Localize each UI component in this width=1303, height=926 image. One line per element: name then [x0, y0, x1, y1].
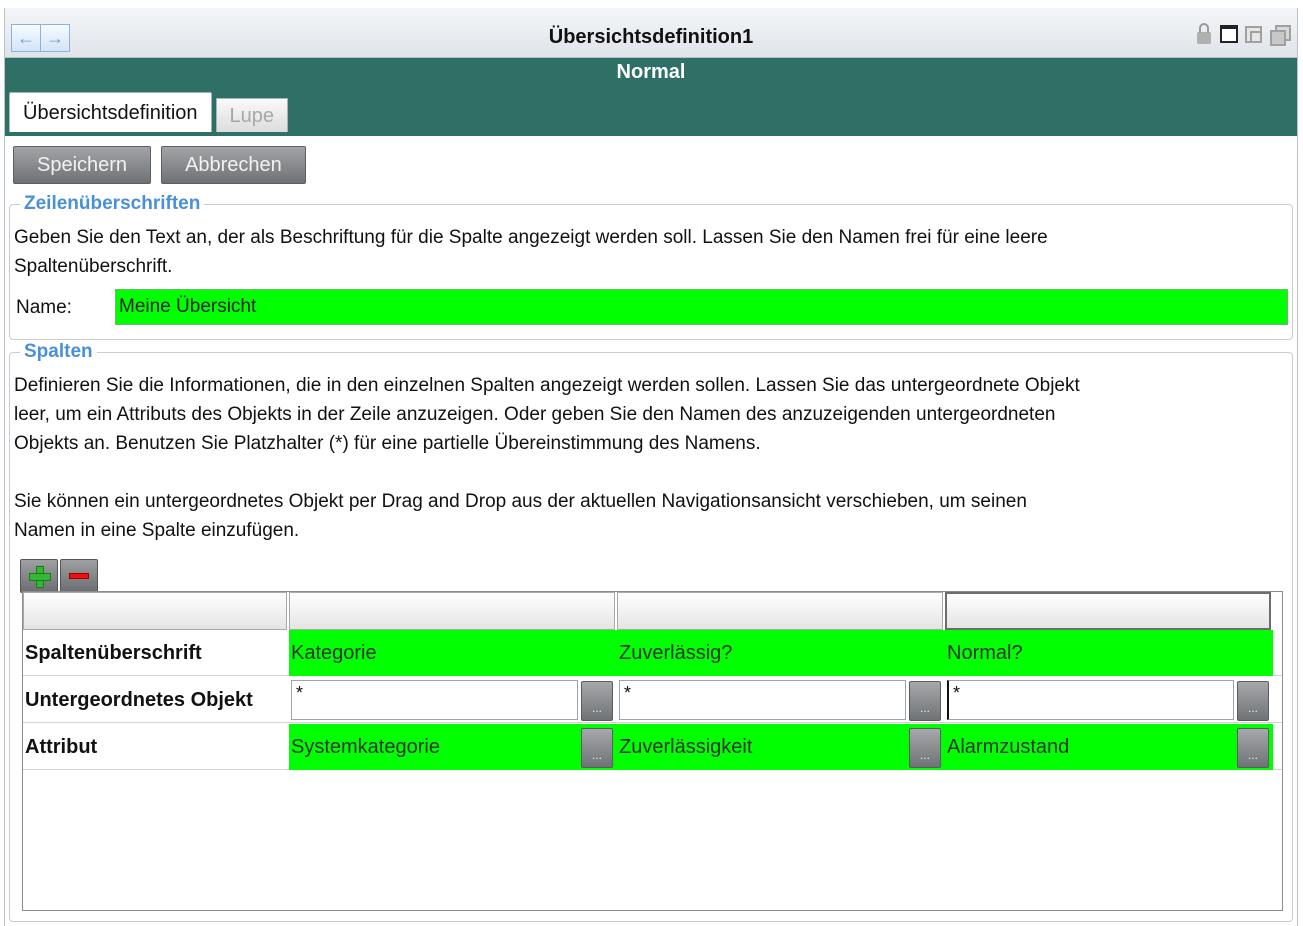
minus-icon [69, 573, 89, 579]
top-edge [0, 0, 1303, 8]
grid-row-child-object: Untergeordnetes Objekt * ... * ... * ... [23, 677, 1282, 723]
browse-button[interactable]: ... [909, 728, 941, 768]
name-row: Name: Meine Übersicht [16, 289, 1288, 325]
restore-icon[interactable] [1268, 22, 1291, 46]
grid-column-header[interactable] [289, 592, 615, 630]
row-headers-legend: Zeilenüberschriften [20, 193, 205, 215]
row-label-child: Untergeordnetes Objekt [25, 689, 253, 711]
column-header-cell[interactable]: Normal? [945, 630, 1273, 676]
column-header-cell[interactable]: Zuverlässig? [617, 630, 945, 676]
attribute-text: Systemkategorie [291, 736, 440, 758]
grid-column-header[interactable] [945, 592, 1271, 630]
row-headers-group: Zeilenüberschriften Geben Sie den Text a… [9, 193, 1293, 340]
status-label: Normal [616, 61, 686, 83]
child-object-input[interactable]: * [291, 680, 578, 720]
name-field[interactable]: Meine Übersicht [115, 289, 1288, 325]
row-label-header: Spaltenüberschrift [25, 642, 202, 664]
tab-bar: Übersichtsdefinition Lupe [9, 92, 289, 132]
grid-header-corner [23, 592, 287, 630]
attribute-cell[interactable]: Zuverlässigkeit ... [617, 724, 945, 770]
grid-row-header: Spaltenüberschrift Kategorie Zuverlässig… [23, 630, 1282, 676]
column-header-cell[interactable]: Kategorie [289, 630, 617, 676]
title-bar: ← → Übersichtsdefinition1 [5, 8, 1297, 58]
dialog-window: ← → Übersichtsdefinition1 Normal Übersic… [4, 8, 1298, 926]
attribute-text: Alarmzustand [947, 736, 1070, 758]
child-object-input[interactable]: * [947, 680, 1234, 720]
browse-button[interactable]: ... [581, 728, 613, 768]
row-headers-description: Geben Sie den Text an, der als Beschrift… [14, 227, 1048, 277]
grid-header-row [23, 592, 1282, 630]
browse-button[interactable]: ... [581, 681, 613, 721]
column-header-text: Kategorie [291, 642, 377, 664]
tab-lupe[interactable]: Lupe [215, 98, 289, 132]
columns-description: Definieren Sie die Informationen, die in… [14, 375, 1080, 541]
add-remove-controls [20, 559, 98, 593]
columns-group: Spalten Definieren Sie die Informationen… [9, 341, 1293, 922]
window-controls [1193, 22, 1291, 46]
browse-button[interactable]: ... [1237, 681, 1269, 721]
remove-column-button[interactable] [60, 559, 98, 593]
toolbar: Speichern Abbrechen [13, 146, 306, 184]
lock-icon[interactable] [1193, 22, 1214, 46]
child-object-cell: * ... [945, 677, 1273, 723]
maximize-icon[interactable] [1218, 22, 1239, 46]
add-column-button[interactable] [20, 559, 58, 593]
attribute-text: Zuverlässigkeit [619, 736, 753, 758]
tab-uebersichtsdefinition[interactable]: Übersichtsdefinition [9, 92, 212, 132]
window-title: Übersichtsdefinition1 [548, 26, 754, 48]
save-button[interactable]: Speichern [13, 146, 152, 184]
attribute-cell[interactable]: Alarmzustand ... [945, 724, 1273, 770]
plus-icon [29, 566, 51, 588]
cancel-button[interactable]: Abbrechen [161, 146, 306, 184]
columns-grid: Spaltenüberschrift Kategorie Zuverlässig… [22, 591, 1283, 911]
grid-row-attribute: Attribut Systemkategorie ... Zuverlässig… [23, 724, 1282, 770]
grid-column-header[interactable] [617, 592, 943, 630]
child-object-cell: * ... [617, 677, 945, 723]
columns-legend: Spalten [20, 341, 97, 363]
column-header-text: Zuverlässig? [619, 642, 733, 664]
browse-button[interactable]: ... [1237, 728, 1269, 768]
child-object-cell: * ... [289, 677, 617, 723]
status-bar: Normal Übersichtsdefinition Lupe [5, 58, 1297, 136]
child-object-input[interactable]: * [619, 680, 906, 720]
row-label-attribute: Attribut [25, 736, 98, 758]
browse-button[interactable]: ... [909, 681, 941, 721]
column-header-text: Normal? [947, 642, 1023, 664]
minimize-icon[interactable] [1243, 22, 1264, 46]
name-label: Name: [16, 297, 72, 318]
attribute-cell[interactable]: Systemkategorie ... [289, 724, 617, 770]
